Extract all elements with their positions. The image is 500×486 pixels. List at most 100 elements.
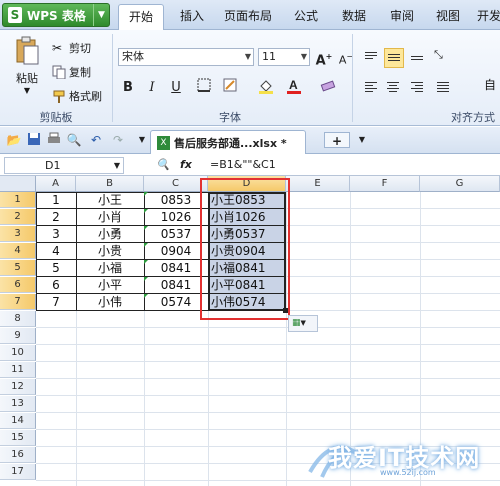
column-header-c[interactable]: C <box>144 176 208 192</box>
grow-font-button[interactable]: A+ <box>314 47 334 68</box>
align-right-button[interactable] <box>408 78 428 98</box>
align-bottom-button[interactable] <box>408 48 428 68</box>
bold-button[interactable]: B <box>118 78 138 98</box>
row-header[interactable]: 4 <box>0 243 36 259</box>
formula-input[interactable]: =B1&""&C1 <box>210 158 276 171</box>
text-direction-button[interactable]: ⤡ <box>434 48 454 68</box>
spreadsheet-grid[interactable]: A B C D E F G 1 2 3 4 5 6 7 8 9 10 11 12… <box>0 176 500 486</box>
insert-function-button[interactable]: fx <box>180 158 192 171</box>
row-header[interactable]: 1 <box>0 192 36 208</box>
row-header[interactable]: 7 <box>0 294 36 310</box>
zoom-formula-icon[interactable]: 🔍 <box>156 158 170 171</box>
table-cell[interactable]: 0841 <box>144 277 208 293</box>
tab-document[interactable]: X 售后服务部通...xlsx * <box>150 130 306 154</box>
tab-insert[interactable]: 插入 <box>172 6 212 30</box>
row-header[interactable]: 16 <box>0 447 36 463</box>
table-cell[interactable]: 7 <box>36 294 76 310</box>
table-cell[interactable]: 0904 <box>144 243 208 259</box>
table-cell[interactable]: 1026 <box>144 209 208 225</box>
table-cell[interactable]: 0841 <box>144 260 208 276</box>
open-folder-icon[interactable]: 📂 <box>6 132 22 148</box>
table-cell[interactable]: 0537 <box>144 226 208 242</box>
column-header-b[interactable]: B <box>76 176 144 192</box>
name-box[interactable]: D1 ▼ <box>4 157 124 174</box>
table-cell[interactable]: 小勇 <box>76 226 144 242</box>
select-all-corner[interactable] <box>0 176 36 192</box>
align-center-button[interactable] <box>384 78 404 98</box>
clear-format-button[interactable] <box>318 78 338 98</box>
table-cell[interactable]: 小肖 <box>76 209 144 225</box>
redo-icon[interactable]: ↷ <box>110 132 126 148</box>
tab-data[interactable]: 数据 <box>334 6 374 30</box>
quick-access-dropdown-icon[interactable]: ▼ <box>134 132 150 148</box>
tab-view[interactable]: 视图 <box>428 6 468 30</box>
print-icon[interactable] <box>46 132 62 148</box>
undo-icon[interactable]: ↶ <box>88 132 104 148</box>
clipboard-group-label: 剪贴板 <box>39 111 73 124</box>
tab-formulas[interactable]: 公式 <box>286 6 326 30</box>
font-size-select[interactable]: 11 ▼ <box>258 48 310 66</box>
row-header[interactable]: 15 <box>0 430 36 446</box>
justify-button[interactable] <box>434 78 454 98</box>
shrink-font-button[interactable]: A− <box>336 47 356 67</box>
row-header[interactable]: 2 <box>0 209 36 225</box>
table-cell[interactable]: 小王 <box>76 192 144 208</box>
fill-handle[interactable] <box>283 308 288 313</box>
tab-review[interactable]: 审阅 <box>382 6 422 30</box>
row-header[interactable]: 17 <box>0 464 36 480</box>
table-cell[interactable]: 3 <box>36 226 76 242</box>
table-cell[interactable]: 2 <box>36 209 76 225</box>
auto-wrap-button[interactable]: 自 <box>484 76 496 93</box>
table-cell[interactable]: 0574 <box>144 294 208 310</box>
auto-fill-options-button[interactable]: ▦▼ <box>288 315 318 332</box>
font-name-select[interactable]: 宋体 ▼ <box>118 48 254 66</box>
column-header-g[interactable]: G <box>420 176 500 192</box>
column-header-a[interactable]: A <box>36 176 76 192</box>
style-button[interactable] <box>220 78 240 98</box>
border-button[interactable] <box>194 78 214 98</box>
table-cell[interactable]: 6 <box>36 277 76 293</box>
column-header-e[interactable]: E <box>286 176 350 192</box>
tab-developer[interactable]: 开发 <box>474 6 500 30</box>
row-header[interactable]: 6 <box>0 277 36 293</box>
print-preview-icon[interactable]: 🔍 <box>66 132 82 148</box>
copy-button[interactable]: 复制 <box>52 64 91 80</box>
align-top-button[interactable] <box>362 48 382 68</box>
tab-home[interactable]: 开始 <box>118 4 164 31</box>
tab-page-layout[interactable]: 页面布局 <box>218 6 278 30</box>
table-cell[interactable]: 0853 <box>144 192 208 208</box>
table-cell[interactable]: 1 <box>36 192 76 208</box>
save-icon[interactable] <box>26 132 42 148</box>
underline-button[interactable]: U <box>166 78 186 98</box>
table-cell[interactable]: 小贵 <box>76 243 144 259</box>
fill-color-button[interactable] <box>256 78 276 98</box>
row-header[interactable]: 3 <box>0 226 36 242</box>
align-left-button[interactable] <box>362 78 382 98</box>
format-painter-button[interactable]: 格式刷 <box>52 88 102 104</box>
cut-button[interactable]: ✂ 剪切 <box>52 40 91 56</box>
chevron-down-icon[interactable]: ▼ <box>93 4 109 26</box>
row-header[interactable]: 8 <box>0 311 36 327</box>
row-header[interactable]: 5 <box>0 260 36 276</box>
app-menu-button[interactable]: S WPS 表格 ▼ <box>2 3 110 27</box>
row-header[interactable]: 10 <box>0 345 36 361</box>
row-header[interactable]: 14 <box>0 413 36 429</box>
row-header[interactable]: 9 <box>0 328 36 344</box>
tab-list-dropdown-icon[interactable]: ▼ <box>354 132 370 148</box>
table-cell[interactable]: 小伟 <box>76 294 144 310</box>
table-cell[interactable]: 小福 <box>76 260 144 276</box>
table-cell[interactable]: 5 <box>36 260 76 276</box>
paste-button[interactable]: 粘贴 ▼ <box>10 36 44 95</box>
row-header[interactable]: 11 <box>0 362 36 378</box>
font-color-button[interactable]: A <box>284 78 304 98</box>
table-cell[interactable]: 4 <box>36 243 76 259</box>
column-header-f[interactable]: F <box>350 176 420 192</box>
paste-dropdown-icon[interactable]: ▼ <box>24 86 30 95</box>
row-header[interactable]: 12 <box>0 379 36 395</box>
new-tab-button[interactable]: + <box>324 132 350 148</box>
justify-icon <box>437 82 449 94</box>
row-header[interactable]: 13 <box>0 396 36 412</box>
table-cell[interactable]: 小平 <box>76 277 144 293</box>
italic-button[interactable]: I <box>142 78 162 98</box>
align-middle-button[interactable] <box>384 48 404 68</box>
